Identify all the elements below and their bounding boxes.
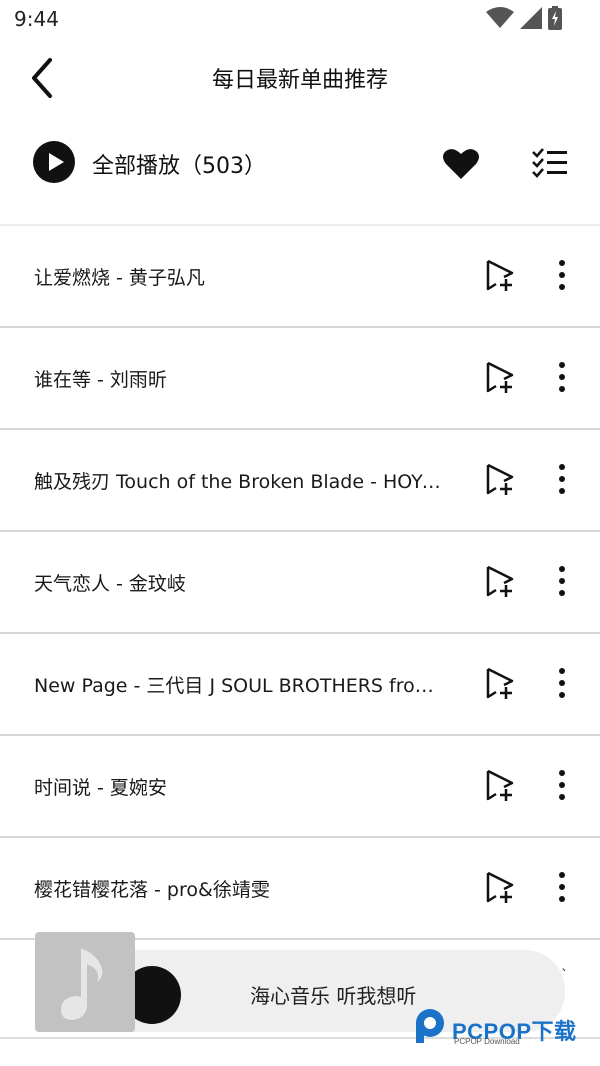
more-vertical-icon [559, 464, 565, 494]
song-row[interactable]: 樱花错樱花落 - pro&徐靖雯 [0, 838, 600, 940]
add-to-playlist-button[interactable] [482, 767, 518, 803]
song-title: 触及残刃 Touch of the Broken Blade - HOYO-Mi… [34, 471, 444, 493]
signal-icon [520, 7, 542, 29]
music-note-icon [61, 948, 103, 1020]
play-icon [49, 153, 64, 171]
status-icons [486, 6, 562, 30]
more-options-button[interactable] [548, 665, 576, 701]
add-to-playlist-button[interactable] [482, 665, 518, 701]
more-options-button[interactable] [548, 563, 576, 599]
play-all-button[interactable] [33, 141, 75, 183]
song-row[interactable]: 让爱燃烧 - 黄子弘凡 [0, 226, 600, 328]
song-title: 让爱燃烧 - 黄子弘凡 [34, 267, 205, 289]
play-all-row: 全部播放（503） [0, 122, 600, 204]
watermark: PCPOP下载 PCPOP Download [410, 1005, 600, 1055]
song-title: New Page - 三代目 J SOUL BROTHERS from EXIL… [34, 675, 444, 697]
add-to-playlist-icon [486, 463, 514, 495]
add-to-playlist-icon [486, 259, 514, 291]
more-vertical-icon [559, 362, 565, 392]
more-vertical-icon [559, 668, 565, 698]
add-to-playlist-icon [486, 871, 514, 903]
wifi-icon [486, 7, 514, 28]
add-to-playlist-button[interactable] [482, 359, 518, 395]
song-title: 天气恋人 - 金玟岐 [34, 573, 186, 595]
add-to-playlist-button[interactable] [482, 563, 518, 599]
checklist-icon [532, 148, 567, 178]
song-row[interactable]: 天气恋人 - 金玟岐 [0, 532, 600, 634]
mini-player-mark: ` [561, 968, 568, 984]
song-row[interactable]: 谁在等 - 刘雨昕 [0, 328, 600, 430]
more-options-button[interactable] [548, 461, 576, 497]
more-options-button[interactable] [548, 257, 576, 293]
play-all-label[interactable]: 全部播放（503） [92, 148, 266, 180]
more-vertical-icon [559, 260, 565, 290]
more-options-button[interactable] [548, 359, 576, 395]
watermark-sub: PCPOP Download [454, 1037, 520, 1046]
mini-player-text: 海心音乐 听我想听 [250, 984, 417, 1008]
multiselect-button[interactable] [528, 143, 570, 185]
more-vertical-icon [559, 566, 565, 596]
song-row[interactable]: 触及残刃 Touch of the Broken Blade - HOYO-Mi… [0, 430, 600, 532]
page-title: 每日最新单曲推荐 [211, 68, 388, 93]
status-time: 9:44 [14, 7, 59, 31]
song-row[interactable]: 时间说 - 夏婉安 [0, 736, 600, 838]
battery-icon [548, 6, 562, 30]
more-vertical-icon [559, 770, 565, 800]
add-to-playlist-button[interactable] [482, 869, 518, 905]
add-to-playlist-button[interactable] [482, 257, 518, 293]
add-to-playlist-icon [486, 769, 514, 801]
song-row[interactable]: New Page - 三代目 J SOUL BROTHERS from EXIL… [0, 634, 600, 736]
song-title: 时间说 - 夏婉安 [34, 777, 167, 799]
add-to-playlist-icon [486, 565, 514, 597]
album-cover[interactable] [35, 932, 135, 1032]
more-options-button[interactable] [548, 869, 576, 905]
song-title: 谁在等 - 刘雨昕 [34, 369, 167, 391]
pcpop-logo-icon [416, 1009, 444, 1043]
add-to-playlist-button[interactable] [482, 461, 518, 497]
more-vertical-icon [559, 872, 565, 902]
heart-icon [443, 149, 479, 179]
nav-bar: 每日最新单曲推荐 [0, 40, 600, 120]
favorite-button[interactable] [440, 143, 482, 185]
add-to-playlist-icon [486, 667, 514, 699]
song-title: 樱花错樱花落 - pro&徐靖雯 [34, 879, 270, 901]
add-to-playlist-icon [486, 361, 514, 393]
status-bar: 9:44 [0, 0, 600, 40]
more-options-button[interactable] [548, 767, 576, 803]
song-list: 让爱燃烧 - 黄子弘凡 谁在等 - 刘雨昕 触及残刃 Touch of the … [0, 226, 600, 940]
